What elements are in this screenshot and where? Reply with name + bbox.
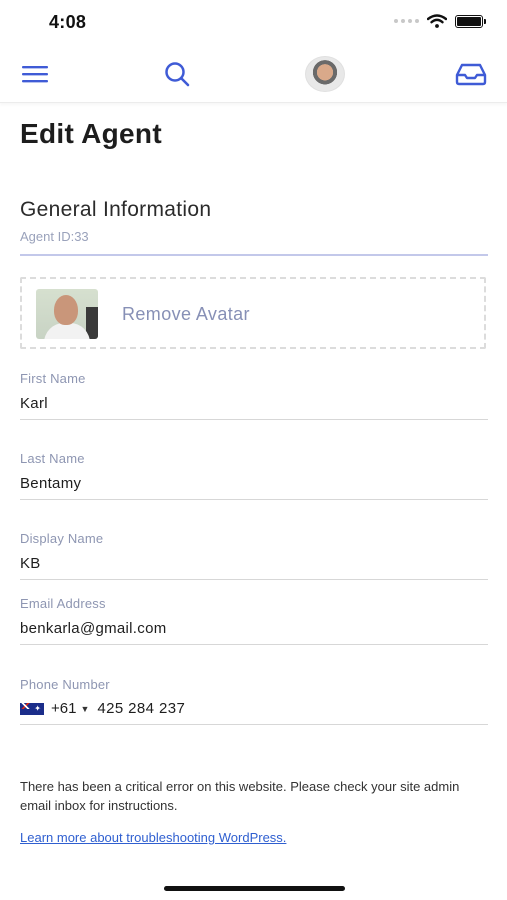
profile-avatar-button[interactable]	[303, 56, 347, 92]
australia-flag-icon[interactable]	[20, 702, 44, 715]
search-icon	[165, 62, 190, 87]
chevron-down-icon[interactable]: ▼	[80, 704, 89, 714]
agent-id: Agent ID:33	[20, 229, 89, 244]
last-name-label: Last Name	[20, 451, 85, 466]
first-name-field: First Name Karl	[20, 371, 488, 420]
section-divider	[20, 254, 488, 256]
hamburger-menu-icon	[22, 66, 48, 83]
display-name-input[interactable]: KB	[20, 555, 488, 572]
phone-label: Phone Number	[20, 677, 110, 692]
status-bar: 4:08	[0, 0, 507, 44]
field-underline	[20, 724, 488, 725]
status-time: 4:08	[49, 12, 87, 32]
field-underline	[20, 499, 488, 500]
first-name-input[interactable]: Karl	[20, 395, 488, 412]
field-underline	[20, 419, 488, 420]
status-icons	[394, 14, 486, 28]
first-name-label: First Name	[20, 371, 86, 386]
last-name-field: Last Name Bentamy	[20, 451, 488, 500]
section-title: General Information	[20, 198, 212, 221]
inbox-icon	[455, 63, 487, 86]
email-input[interactable]: benkarla@gmail.com	[20, 620, 488, 637]
top-nav-bar	[0, 48, 507, 103]
avatar-upload-box[interactable]: Remove Avatar	[20, 277, 486, 349]
wifi-icon	[427, 14, 447, 28]
home-indicator[interactable]	[164, 886, 345, 891]
menu-button[interactable]	[18, 58, 52, 90]
error-message: There has been a critical error on this …	[20, 779, 460, 813]
phone-input-row: +61 ▼ 425 284 237	[20, 700, 488, 717]
field-underline	[20, 579, 488, 580]
phone-number-input[interactable]: 425 284 237	[97, 700, 185, 717]
display-name-label: Display Name	[20, 531, 104, 546]
page-title: Edit Agent	[20, 118, 162, 149]
inbox-button[interactable]	[454, 58, 488, 90]
last-name-input[interactable]: Bentamy	[20, 475, 488, 492]
email-field: Email Address benkarla@gmail.com	[20, 596, 488, 645]
avatar-image	[36, 289, 98, 339]
phone-field: Phone Number +61 ▼ 425 284 237	[20, 677, 488, 725]
display-name-field: Display Name KB	[20, 531, 488, 580]
user-avatar	[305, 56, 345, 92]
field-underline	[20, 644, 488, 645]
country-code-selector[interactable]: +61	[51, 700, 76, 717]
search-button[interactable]	[160, 58, 194, 90]
troubleshooting-link[interactable]: Learn more about troubleshooting WordPre…	[20, 830, 286, 845]
cellular-signal-icon	[394, 19, 419, 23]
battery-icon	[455, 14, 486, 28]
remove-avatar-button[interactable]: Remove Avatar	[122, 304, 250, 325]
email-label: Email Address	[20, 596, 106, 611]
